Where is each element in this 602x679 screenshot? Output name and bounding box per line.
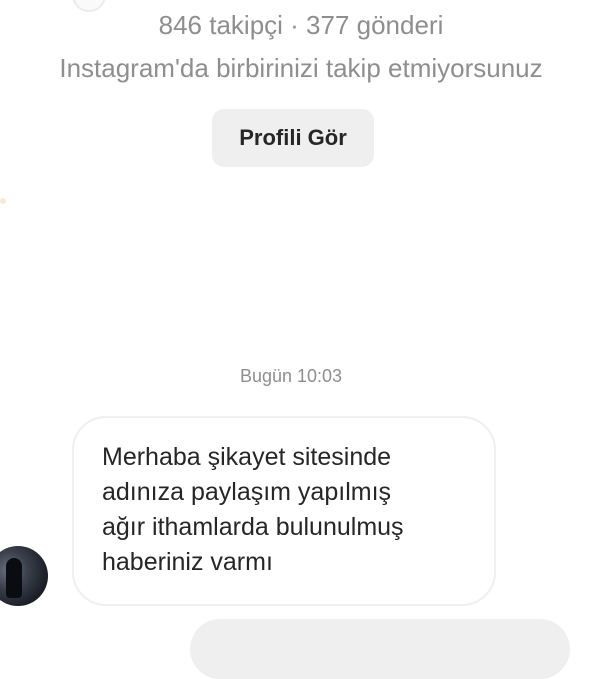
follow-status-text: Instagram'da birbirinizi takip etmiyorsu…	[59, 53, 543, 83]
next-message-bubble[interactable]	[190, 619, 570, 679]
view-profile-button[interactable]: Profili Gör	[212, 109, 374, 167]
avatar-photo	[6, 558, 22, 598]
message-text: Merhaba şikayet sitesinde adınıza paylaş…	[102, 443, 404, 576]
screenshot-artifact	[0, 198, 6, 204]
message-bubble[interactable]: Merhaba şikayet sitesinde adınıza paylaş…	[72, 416, 496, 606]
profile-stats: 846 takipçi · 377 gönderi	[158, 10, 444, 40]
sender-avatar[interactable]	[0, 546, 48, 606]
incoming-message-row: Merhaba şikayet sitesinde adınıza paylaş…	[0, 416, 602, 606]
message-timestamp: Bugün 10:03	[239, 366, 343, 386]
